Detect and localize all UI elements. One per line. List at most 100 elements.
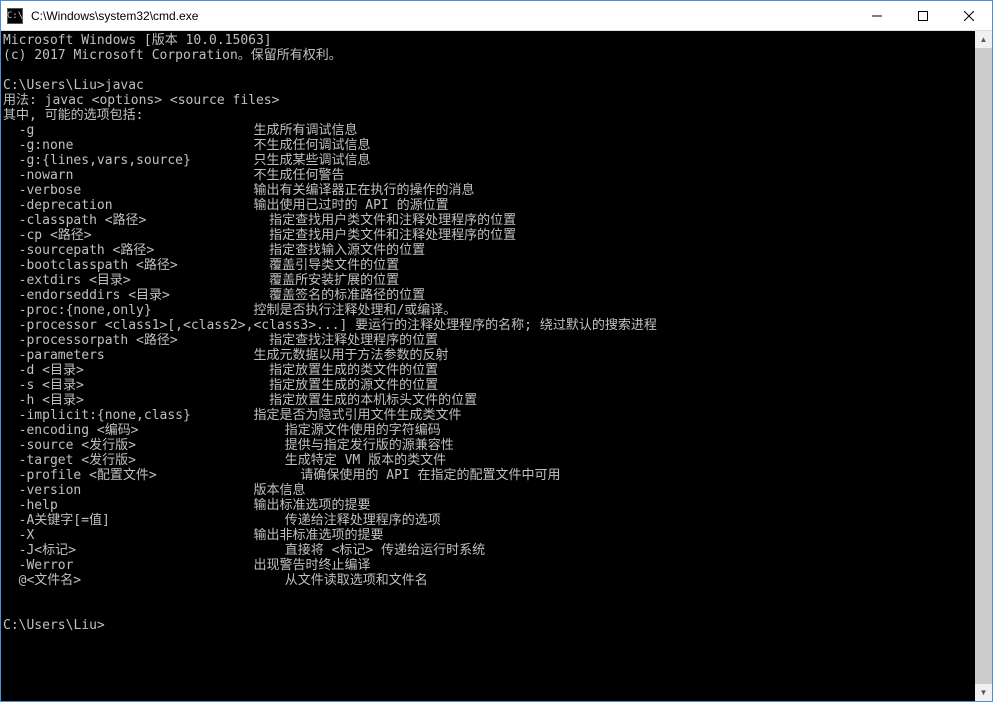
option-line: -g:{lines,vars,source}只生成某些调试信息	[3, 153, 975, 168]
option-line: -nowarn不生成任何警告	[3, 168, 975, 183]
option-description: 版本信息	[253, 483, 305, 498]
option-description: 指定放置生成的类文件的位置	[253, 363, 438, 378]
option-line: -endorseddirs <目录> 覆盖签名的标准路径的位置	[3, 288, 975, 303]
option-line: -J<标记> 直接将 <标记> 传递给运行时系统	[3, 543, 975, 558]
maximize-icon	[918, 11, 928, 21]
option-flag: -g:{lines,vars,source}	[3, 153, 253, 168]
option-description: 不生成任何调试信息	[253, 138, 370, 153]
option-description: 指定放置生成的本机标头文件的位置	[253, 393, 477, 408]
option-flag: -A关键字[=值]	[3, 513, 253, 528]
option-flag: -proc:{none,only}	[3, 303, 253, 318]
vertical-scrollbar[interactable]: ▲ ▼	[975, 31, 992, 701]
prompt-line	[3, 588, 975, 603]
option-flag: -extdirs <目录>	[3, 273, 253, 288]
option-flag: -target <发行版>	[3, 453, 253, 468]
usage-line: 用法: javac <options> <source files>	[3, 93, 975, 108]
option-line: @<文件名> 从文件读取选项和文件名	[3, 573, 975, 588]
option-flag: -g	[3, 123, 253, 138]
option-line: -parameters生成元数据以用于方法参数的反射	[3, 348, 975, 363]
window-title: C:\Windows\system32\cmd.exe	[29, 9, 854, 23]
option-line: -A关键字[=值] 传递给注释处理程序的选项	[3, 513, 975, 528]
option-description: 生成元数据以用于方法参数的反射	[253, 348, 448, 363]
option-description: 指定查找用户类文件和注释处理程序的位置	[253, 228, 516, 243]
option-description: 输出标准选项的提要	[253, 498, 370, 513]
option-flag: -nowarn	[3, 168, 253, 183]
options-intro: 其中, 可能的选项包括:	[3, 108, 975, 123]
prompt-line: C:\Users\Liu>	[3, 618, 975, 633]
option-description: 覆盖引导类文件的位置	[253, 258, 399, 273]
option-flag: -processorpath <路径>	[3, 333, 253, 348]
option-description: 从文件读取选项和文件名	[253, 573, 427, 588]
option-line: -help输出标准选项的提要	[3, 498, 975, 513]
option-flag: -h <目录>	[3, 393, 253, 408]
option-flag: @<文件名>	[3, 573, 253, 588]
option-line: -d <目录> 指定放置生成的类文件的位置	[3, 363, 975, 378]
option-flag: -deprecation	[3, 198, 253, 213]
option-description: 出现警告时终止编译	[253, 558, 370, 573]
option-line: -h <目录> 指定放置生成的本机标头文件的位置	[3, 393, 975, 408]
window-controls	[854, 1, 992, 30]
scroll-down-button[interactable]: ▼	[975, 684, 992, 701]
option-flag: -g:none	[3, 138, 253, 153]
prompt-line	[3, 603, 975, 618]
option-line: -cp <路径> 指定查找用户类文件和注释处理程序的位置	[3, 228, 975, 243]
option-line: -proc:{none,only}控制是否执行注释处理和/或编译。	[3, 303, 975, 318]
option-flag: -J<标记>	[3, 543, 253, 558]
option-line: -profile <配置文件> 请确保使用的 API 在指定的配置文件中可用	[3, 468, 975, 483]
option-flag: -s <目录>	[3, 378, 253, 393]
option-description: 传递给注释处理程序的选项	[253, 513, 440, 528]
option-description: 控制是否执行注释处理和/或编译。	[253, 303, 456, 318]
option-description: 指定查找用户类文件和注释处理程序的位置	[253, 213, 516, 228]
option-description: 生成特定 VM 版本的类文件	[253, 453, 446, 468]
option-line: -bootclasspath <路径> 覆盖引导类文件的位置	[3, 258, 975, 273]
close-button[interactable]	[946, 1, 992, 30]
option-flag: -parameters	[3, 348, 253, 363]
option-line: -processor <class1>[,<class2>,<class3>..…	[3, 318, 975, 333]
option-flag: -verbose	[3, 183, 253, 198]
option-flag: -source <发行版>	[3, 438, 253, 453]
close-icon	[964, 11, 974, 21]
option-line: -extdirs <目录> 覆盖所安装扩展的位置	[3, 273, 975, 288]
option-flag: -processor <class1>[,<class2>,<class3>..…	[3, 318, 657, 333]
option-line: -Werror出现警告时终止编译	[3, 558, 975, 573]
minimize-icon	[872, 11, 882, 21]
minimize-button[interactable]	[854, 1, 900, 30]
option-line: -g:none不生成任何调试信息	[3, 138, 975, 153]
option-flag: -implicit:{none,class}	[3, 408, 253, 423]
option-description: 指定放置生成的源文件的位置	[253, 378, 438, 393]
option-description: 请确保使用的 API 在指定的配置文件中可用	[253, 468, 560, 483]
option-flag: -d <目录>	[3, 363, 253, 378]
titlebar[interactable]: C:\ C:\Windows\system32\cmd.exe	[1, 1, 992, 31]
maximize-button[interactable]	[900, 1, 946, 30]
option-line: -encoding <编码> 指定源文件使用的字符编码	[3, 423, 975, 438]
option-description: 生成所有调试信息	[253, 123, 357, 138]
option-line: -implicit:{none,class}指定是否为隐式引用文件生成类文件	[3, 408, 975, 423]
option-description: 指定查找注释处理程序的位置	[253, 333, 438, 348]
option-flag: -encoding <编码>	[3, 423, 253, 438]
scroll-thumb[interactable]	[975, 48, 992, 684]
option-description: 输出有关编译器正在执行的操作的消息	[253, 183, 474, 198]
option-description: 指定源文件使用的字符编码	[253, 423, 440, 438]
option-line: -target <发行版> 生成特定 VM 版本的类文件	[3, 453, 975, 468]
option-description: 提供与指定发行版的源兼容性	[253, 438, 453, 453]
option-flag: -X	[3, 528, 253, 543]
option-description: 覆盖签名的标准路径的位置	[253, 288, 425, 303]
app-icon: C:\	[7, 8, 23, 24]
scroll-up-button[interactable]: ▲	[975, 31, 992, 48]
option-flag: -profile <配置文件>	[3, 468, 253, 483]
option-description: 输出非标准选项的提要	[253, 528, 383, 543]
option-flag: -Werror	[3, 558, 253, 573]
option-flag: -cp <路径>	[3, 228, 253, 243]
option-line: -classpath <路径> 指定查找用户类文件和注释处理程序的位置	[3, 213, 975, 228]
option-flag: -classpath <路径>	[3, 213, 253, 228]
option-line: -version版本信息	[3, 483, 975, 498]
option-flag: -sourcepath <路径>	[3, 243, 253, 258]
scroll-track[interactable]	[975, 48, 992, 684]
option-description: 指定是否为隐式引用文件生成类文件	[253, 408, 461, 423]
console-header-line: Microsoft Windows [版本 10.0.15063]	[3, 33, 975, 48]
option-line: -sourcepath <路径> 指定查找输入源文件的位置	[3, 243, 975, 258]
option-flag: -version	[3, 483, 253, 498]
option-line: -processorpath <路径> 指定查找注释处理程序的位置	[3, 333, 975, 348]
option-description: 不生成任何警告	[253, 168, 344, 183]
console-output[interactable]: Microsoft Windows [版本 10.0.15063](c) 201…	[1, 31, 975, 701]
